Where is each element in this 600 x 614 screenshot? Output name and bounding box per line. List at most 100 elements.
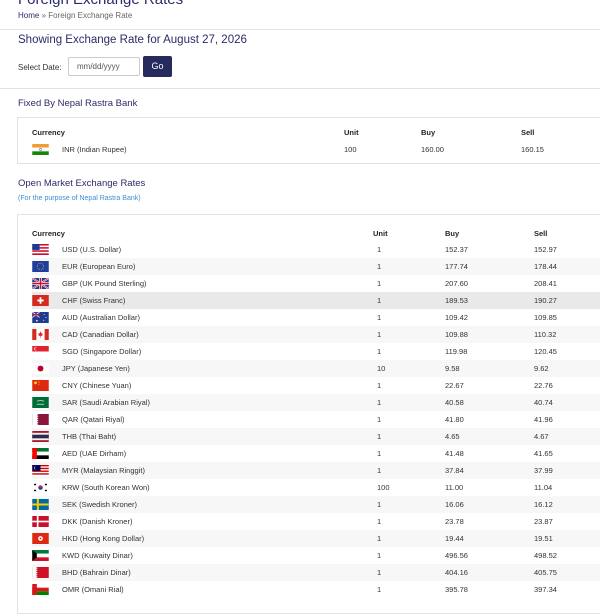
- oman-flag-icon: [32, 584, 49, 595]
- table-row: CAD (Canadian Dollar) 1 109.88 110.32: [32, 326, 600, 343]
- column-header-currency: Currency: [32, 128, 65, 137]
- open-market-table: Currency Unit Buy Sell USD (U.S. Dollar)…: [17, 214, 600, 614]
- unit-cell: 1: [377, 296, 382, 305]
- sell-cell: 22.76: [534, 381, 553, 390]
- table-row: OMR (Omani Rial) 1 395.78 397.34: [32, 581, 600, 598]
- eu-flag-icon: [32, 261, 49, 272]
- unit-cell: 1: [377, 313, 382, 322]
- column-header-currency: Currency: [32, 229, 65, 238]
- buy-cell: 395.78: [445, 585, 468, 594]
- breadcrumb-current: Foreign Exchange Rate: [48, 11, 133, 20]
- column-header-buy: Buy: [445, 229, 460, 238]
- go-button[interactable]: Go: [143, 56, 172, 77]
- sell-cell: 152.97: [534, 245, 557, 254]
- currency-cell: EUR (European Euro): [62, 262, 136, 271]
- currency-cell: SGD (Singapore Dollar): [62, 347, 142, 356]
- australia-flag-icon: [32, 312, 49, 323]
- unit-cell: 1: [377, 279, 382, 288]
- unit-cell: 100: [377, 483, 390, 492]
- sell-cell: 37.99: [534, 466, 553, 475]
- buy-cell: 41.48: [445, 449, 464, 458]
- fixed-rates-table: Currency Unit Buy Sell INR (Indian Rupee…: [17, 117, 600, 164]
- date-input[interactable]: mm/dd/yyyy: [68, 57, 140, 76]
- kuwait-flag-icon: [32, 550, 49, 561]
- uae-flag-icon: [32, 448, 49, 459]
- unit-cell: 1: [377, 534, 382, 543]
- table-row: EUR (European Euro) 1 177.74 178.44: [32, 258, 600, 275]
- showing-heading: Showing Exchange Rate for August 27, 202…: [18, 34, 247, 46]
- sweden-flag-icon: [32, 499, 49, 510]
- table-row: JPY (Japanese Yen) 10 9.58 9.62: [32, 360, 600, 377]
- breadcrumb-home-link[interactable]: Home: [18, 11, 39, 20]
- uk-flag-icon: [32, 278, 49, 289]
- sell-cell: 19.51: [534, 534, 553, 543]
- fixed-heading: Fixed By Nepal Rastra Bank: [18, 98, 138, 109]
- table-row: INR (Indian Rupee) 100 160.00 160.15: [32, 141, 600, 158]
- column-header-unit: Unit: [344, 128, 359, 137]
- table-row: DKK (Danish Kroner) 1 23.78 23.87: [32, 513, 600, 530]
- sell-cell: 160.15: [521, 145, 544, 154]
- table-row: AED (UAE Dirham) 1 41.48 41.65: [32, 445, 600, 462]
- unit-cell: 1: [377, 262, 382, 271]
- breadcrumb: Home » Foreign Exchange Rate: [18, 11, 132, 20]
- india-flag-icon: [32, 144, 49, 155]
- sell-cell: 41.65: [534, 449, 553, 458]
- sell-cell: 23.87: [534, 517, 553, 526]
- table-row: SGD (Singapore Dollar) 1 119.98 120.45: [32, 343, 600, 360]
- sell-cell: 40.74: [534, 398, 553, 407]
- sell-cell: 397.34: [534, 585, 557, 594]
- currency-cell: KRW (South Korean Won): [62, 483, 150, 492]
- buy-cell: 19.44: [445, 534, 464, 543]
- open-market-heading: Open Market Exchange Rates: [18, 178, 146, 189]
- japan-flag-icon: [32, 363, 49, 374]
- table-row: BHD (Bahrain Dinar) 1 404.16 405.75: [32, 564, 600, 581]
- buy-cell: 189.53: [445, 296, 468, 305]
- table-row: THB (Thai Baht) 1 4.65 4.67: [32, 428, 600, 445]
- table-row: HKD (Hong Kong Dollar) 1 19.44 19.51: [32, 530, 600, 547]
- buy-cell: 4.65: [445, 432, 460, 441]
- sell-cell: 109.85: [534, 313, 557, 322]
- currency-cell: CAD (Canadian Dollar): [62, 330, 139, 339]
- table-row: QAR (Qatari Riyal) 1 41.80 41.96: [32, 411, 600, 428]
- currency-cell: CHF (Swiss Franc): [62, 296, 126, 305]
- buy-cell: 9.58: [445, 364, 460, 373]
- table-row: SAR (Saudi Arabian Riyal) 1 40.58 40.74: [32, 394, 600, 411]
- unit-cell: 1: [377, 585, 382, 594]
- sell-cell: 16.12: [534, 500, 553, 509]
- table-row: KWD (Kuwaity Dinar) 1 496.56 498.52: [32, 547, 600, 564]
- sell-cell: 190.27: [534, 296, 557, 305]
- sell-cell: 11.04: [534, 483, 553, 492]
- unit-cell: 10: [377, 364, 386, 373]
- unit-cell: 1: [377, 551, 382, 560]
- currency-cell: OMR (Omani Rial): [62, 585, 124, 594]
- table-row: GBP (UK Pound Sterling) 1 207.60 208.41: [32, 275, 600, 292]
- currency-cell: KWD (Kuwaity Dinar): [62, 551, 133, 560]
- unit-cell: 1: [377, 381, 382, 390]
- table-row: KRW (South Korean Won) 100 11.00 11.04: [32, 479, 600, 496]
- denmark-flag-icon: [32, 516, 49, 527]
- unit-cell: 1: [377, 568, 382, 577]
- table-row: SEK (Swedish Kroner) 1 16.06 16.12: [32, 496, 600, 513]
- sell-cell: 120.45: [534, 347, 557, 356]
- sell-cell: 208.41: [534, 279, 557, 288]
- page-title: Foreign Exchange Rates: [18, 0, 183, 8]
- buy-cell: 404.16: [445, 568, 468, 577]
- buy-cell: 23.78: [445, 517, 464, 526]
- unit-cell: 1: [377, 517, 382, 526]
- page-header: Foreign Exchange Rates Home » Foreign Ex…: [0, 0, 600, 30]
- sell-cell: 178.44: [534, 262, 557, 271]
- hong-kong-flag-icon: [32, 533, 49, 544]
- usa-flag-icon: [32, 244, 49, 255]
- breadcrumb-separator: »: [41, 11, 47, 20]
- south-korea-flag-icon: [32, 482, 49, 493]
- select-date-label: Select Date:: [18, 63, 62, 72]
- sell-cell: 498.52: [534, 551, 557, 560]
- malaysia-flag-icon: [32, 465, 49, 476]
- unit-cell: 1: [377, 347, 382, 356]
- unit-cell: 1: [377, 245, 382, 254]
- buy-cell: 109.88: [445, 330, 468, 339]
- column-header-sell: Sell: [521, 128, 535, 137]
- column-header-unit: Unit: [373, 229, 388, 238]
- saudi-flag-icon: [32, 397, 49, 408]
- currency-cell: MYR (Malaysian Ringgit): [62, 466, 145, 475]
